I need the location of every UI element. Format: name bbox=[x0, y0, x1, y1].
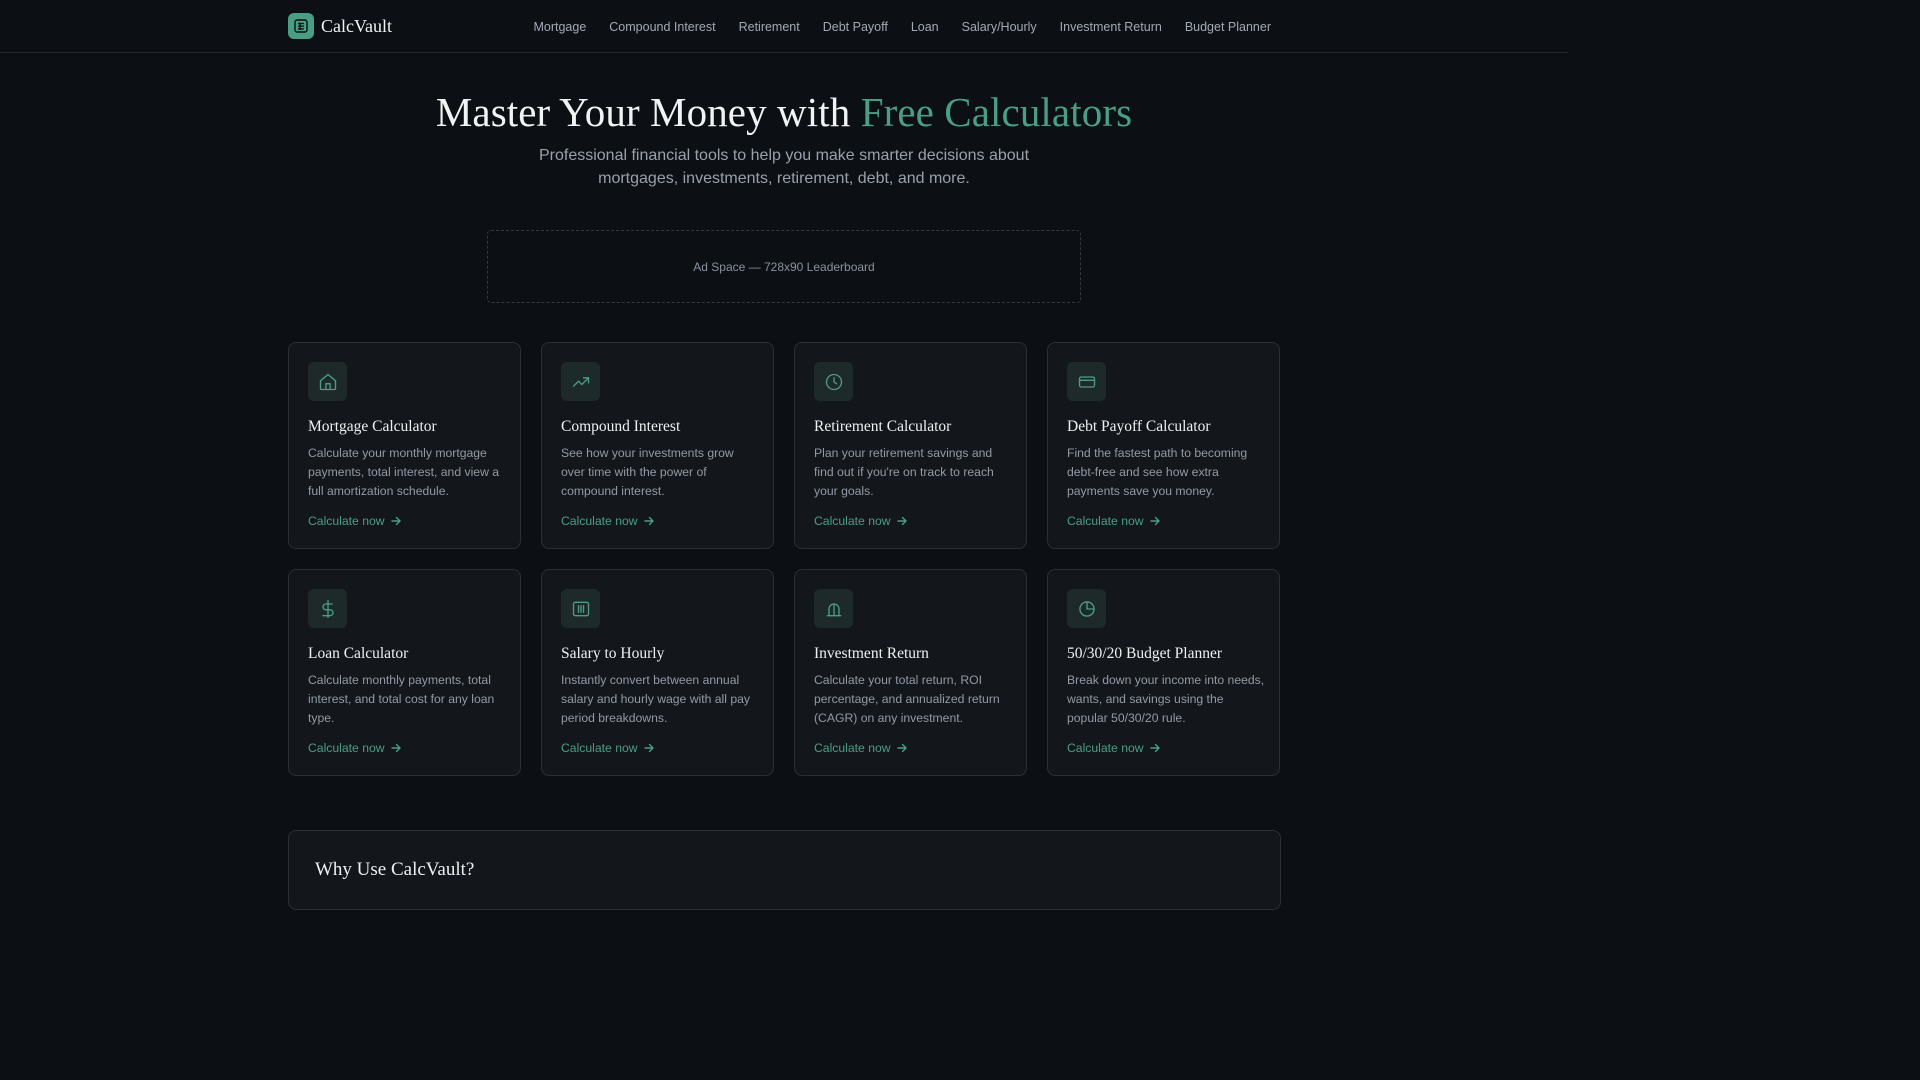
top-navbar: CalcVault Mortgage Compound Interest Ret… bbox=[0, 0, 1568, 53]
hero-title-accent: Free Calculators bbox=[860, 89, 1133, 135]
calculator-card-investment-return[interactable]: Investment Return Calculate your total r… bbox=[794, 569, 1027, 776]
card-description: Plan your retirement savings and find ou… bbox=[814, 446, 994, 498]
brand-logo-link[interactable]: CalcVault bbox=[288, 13, 392, 39]
credit-card-icon bbox=[1067, 362, 1106, 401]
calculator-card-salary-hourly[interactable]: Salary to Hourly Instantly convert betwe… bbox=[541, 569, 774, 776]
calculate-now-label: Calculate now bbox=[561, 514, 638, 528]
calculate-now-label: Calculate now bbox=[1067, 514, 1144, 528]
card-description: Break down your income into needs, wants… bbox=[1067, 673, 1265, 725]
ad-placeholder: Ad Space — 728x90 Leaderboard bbox=[487, 230, 1081, 303]
pie-chart-icon bbox=[1067, 589, 1106, 628]
calculate-now-label: Calculate now bbox=[1067, 741, 1144, 755]
columns-icon bbox=[561, 589, 600, 628]
arrow-right-icon bbox=[643, 516, 654, 526]
home-icon bbox=[308, 362, 347, 401]
dollar-icon bbox=[308, 589, 347, 628]
calculator-card-retirement[interactable]: Retirement Calculator Plan your retireme… bbox=[794, 342, 1027, 549]
card-description: Calculate your total return, ROI percent… bbox=[814, 673, 1000, 725]
nav-link-compound-interest[interactable]: Compound Interest bbox=[609, 20, 715, 34]
calculator-icon bbox=[288, 13, 314, 39]
arrow-right-icon bbox=[390, 516, 401, 526]
trending-up-icon bbox=[561, 362, 600, 401]
calculator-card-mortgage[interactable]: Mortgage Calculator Calculate your month… bbox=[288, 342, 521, 549]
calculate-now-link[interactable]: Calculate now bbox=[814, 741, 908, 755]
calculate-now-label: Calculate now bbox=[308, 514, 385, 528]
main-nav: Mortgage Compound Interest Retirement De… bbox=[533, 0, 1271, 53]
calculate-now-link[interactable]: Calculate now bbox=[308, 741, 402, 755]
why-title: Why Use CalcVault? bbox=[315, 859, 475, 880]
calculate-now-link[interactable]: Calculate now bbox=[561, 514, 655, 528]
card-description: Calculate your monthly mortgage payments… bbox=[308, 446, 500, 498]
calculate-now-link[interactable]: Calculate now bbox=[1067, 514, 1161, 528]
arrow-right-icon bbox=[643, 743, 654, 753]
card-title: Mortgage Calculator bbox=[308, 418, 437, 435]
arrow-right-icon bbox=[1149, 743, 1160, 753]
calculate-now-label: Calculate now bbox=[561, 741, 638, 755]
calculate-now-label: Calculate now bbox=[308, 741, 385, 755]
card-title: 50/30/20 Budget Planner bbox=[1067, 645, 1222, 662]
nav-link-loan[interactable]: Loan bbox=[911, 20, 939, 34]
calculate-now-link[interactable]: Calculate now bbox=[1067, 741, 1161, 755]
nav-link-investment-return[interactable]: Investment Return bbox=[1060, 20, 1162, 34]
hero-title-lead: Master Your Money with bbox=[435, 89, 861, 135]
arrow-right-icon bbox=[896, 743, 907, 753]
calculator-card-loan[interactable]: Loan Calculator Calculate monthly paymen… bbox=[288, 569, 521, 776]
card-title: Salary to Hourly bbox=[561, 645, 665, 662]
hero-title: Master Your Money with Free Calculators bbox=[0, 88, 1568, 136]
calculate-now-label: Calculate now bbox=[814, 741, 891, 755]
calculate-now-link[interactable]: Calculate now bbox=[308, 514, 402, 528]
card-description: Instantly convert between annual salary … bbox=[561, 673, 751, 725]
arrow-right-icon bbox=[896, 516, 907, 526]
card-description: See how your investments grow over time … bbox=[561, 446, 734, 498]
arrow-right-icon bbox=[390, 743, 401, 753]
bar-chart-icon bbox=[814, 589, 853, 628]
card-title: Debt Payoff Calculator bbox=[1067, 418, 1211, 435]
why-section: Why Use CalcVault? bbox=[288, 830, 1281, 910]
card-title: Retirement Calculator bbox=[814, 418, 952, 435]
nav-link-salary-hourly[interactable]: Salary/Hourly bbox=[962, 20, 1037, 34]
calculator-card-debt-payoff[interactable]: Debt Payoff Calculator Find the fastest … bbox=[1047, 342, 1280, 549]
calculator-card-compound-interest[interactable]: Compound Interest See how your investmen… bbox=[541, 342, 774, 549]
nav-link-retirement[interactable]: Retirement bbox=[739, 20, 800, 34]
clock-icon bbox=[814, 362, 853, 401]
brand-name: CalcVault bbox=[321, 15, 392, 36]
hero-subtitle: Professional financial tools to help you… bbox=[538, 147, 1030, 187]
calculate-now-link[interactable]: Calculate now bbox=[814, 514, 908, 528]
card-description: Find the fastest path to becoming debt-f… bbox=[1067, 446, 1248, 498]
ad-label: Ad Space — 728x90 Leaderboard bbox=[693, 259, 875, 274]
card-description: Calculate monthly payments, total intere… bbox=[308, 673, 495, 725]
card-title: Compound Interest bbox=[561, 418, 681, 435]
calculate-now-link[interactable]: Calculate now bbox=[561, 741, 655, 755]
card-title: Investment Return bbox=[814, 645, 929, 662]
arrow-right-icon bbox=[1149, 516, 1160, 526]
card-title: Loan Calculator bbox=[308, 645, 409, 662]
calculator-card-budget-planner[interactable]: 50/30/20 Budget Planner Break down your … bbox=[1047, 569, 1280, 776]
nav-link-debt-payoff[interactable]: Debt Payoff bbox=[823, 20, 888, 34]
nav-link-mortgage[interactable]: Mortgage bbox=[533, 20, 586, 34]
calculator-grid: Mortgage Calculator Calculate your month… bbox=[288, 342, 1281, 776]
calculate-now-label: Calculate now bbox=[814, 514, 891, 528]
nav-link-budget-planner[interactable]: Budget Planner bbox=[1185, 20, 1271, 34]
